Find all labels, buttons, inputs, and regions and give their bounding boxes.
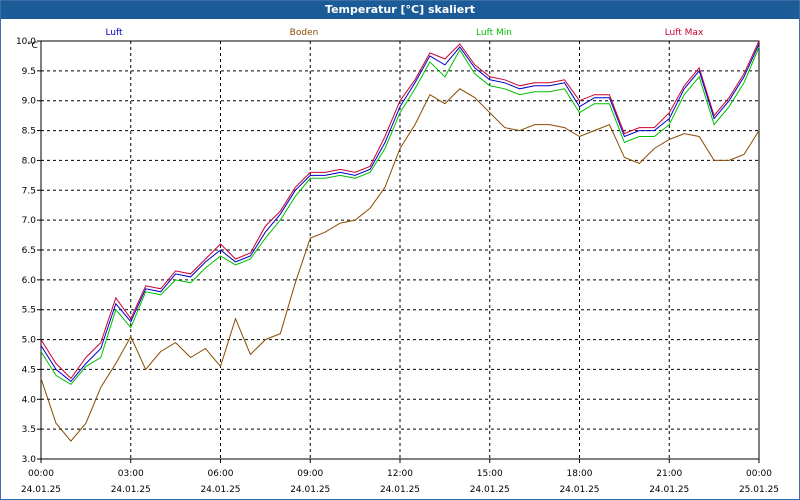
x-tick-label: 12:00 bbox=[387, 469, 413, 479]
y-tick-label: 7.5 bbox=[22, 186, 36, 196]
y-tick-label: 5.0 bbox=[22, 336, 37, 346]
y-tick-label: 3.0 bbox=[22, 455, 37, 465]
y-axis-label: °C bbox=[27, 41, 38, 51]
temperature-chart: 3.0 3.5 4.0 4.5 5.0 5.5 6.0 6.5 7.0 7.5 8.0 8.5 9.0 9… bbox=[16, 28, 779, 495]
y-tick-label: 4.5 bbox=[22, 365, 36, 375]
x-tick-date: 24.01.25 bbox=[21, 485, 61, 495]
x-tick-date: 24.01.25 bbox=[649, 485, 689, 495]
x-tick-label: 03:00 bbox=[118, 469, 144, 479]
y-tick-label: 4.0 bbox=[22, 395, 37, 405]
y-tick-label: 8.0 bbox=[22, 156, 37, 166]
y-tick-label: 6.0 bbox=[22, 276, 37, 286]
x-tick-date: 24.01.25 bbox=[470, 485, 510, 495]
x-tick-label: 00:00 bbox=[746, 469, 772, 479]
x-tick-label: 15:00 bbox=[477, 469, 503, 479]
legend-item-luft-max: Luft Max bbox=[665, 28, 704, 38]
x-tick-label: 09:00 bbox=[297, 469, 323, 479]
x-tick-label: 21:00 bbox=[656, 469, 682, 479]
legend-item-boden: Boden bbox=[290, 28, 319, 38]
legend-item-luft-min: Luft Min bbox=[476, 28, 512, 38]
y-tick-label: 6.5 bbox=[22, 246, 36, 256]
x-tick-date: 24.01.25 bbox=[290, 485, 330, 495]
legend-item-luft: Luft bbox=[105, 28, 123, 38]
chart-window: Temperatur [°C] skaliert 3.0 3.5 4.0 4.5 5.0… bbox=[0, 0, 800, 500]
y-tick-label: 9.0 bbox=[22, 97, 37, 107]
x-tick-label: 06:00 bbox=[208, 469, 234, 479]
x-tick-label: 00:00 bbox=[28, 469, 54, 479]
x-tick-date: 24.01.25 bbox=[380, 485, 420, 495]
y-tick-label: 8.5 bbox=[22, 127, 36, 137]
x-tick-date: 24.01.25 bbox=[200, 485, 240, 495]
x-tick-date: 24.01.25 bbox=[111, 485, 151, 495]
x-tick-date: 24.01.25 bbox=[559, 485, 599, 495]
y-tick-label: 7.0 bbox=[22, 216, 37, 226]
x-tick-label: 18:00 bbox=[567, 469, 593, 479]
y-tick-label: 3.5 bbox=[22, 425, 36, 435]
x-tick-date: 25.01.25 bbox=[739, 485, 779, 495]
y-tick-label: 9.5 bbox=[22, 67, 36, 77]
y-tick-label: 5.5 bbox=[22, 306, 36, 316]
